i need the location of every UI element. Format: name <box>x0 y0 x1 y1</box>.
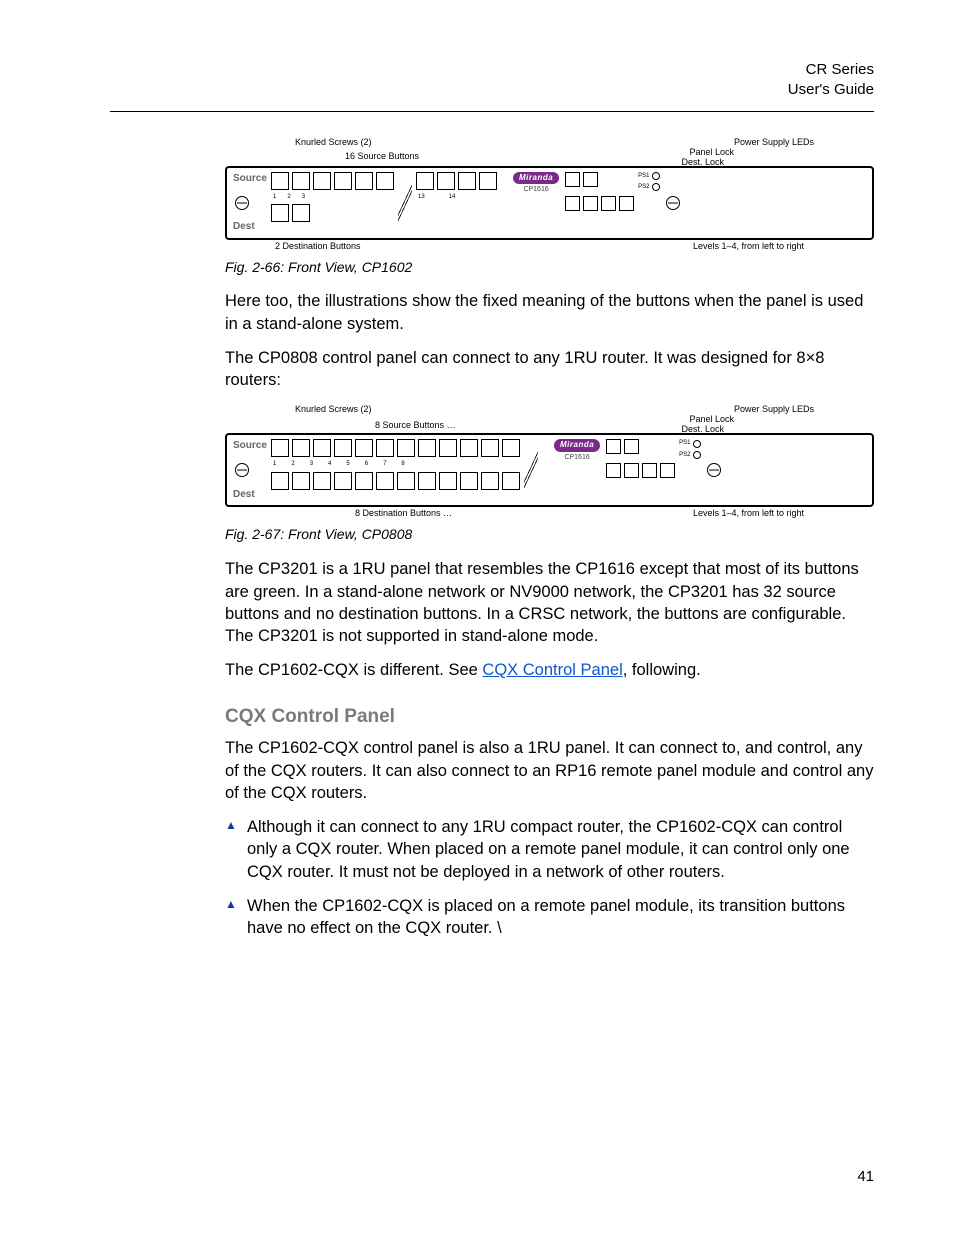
callout-levels: Levels 1–4, from left to right <box>693 240 804 252</box>
panel-diagram-cp1602: Source Dest 123 <box>225 166 874 240</box>
led-block: PS1 PS2 <box>679 439 700 501</box>
content-area: Knurled Screws (2) 16 Source Buttons Pow… <box>225 136 874 940</box>
brand-logo: Miranda <box>554 439 600 452</box>
screw-icon <box>235 196 249 210</box>
right-button-block <box>565 172 634 234</box>
callout-destbtns: 8 Destination Buttons … <box>355 507 452 519</box>
paragraph: The CP3201 is a 1RU panel that resembles… <box>225 558 874 647</box>
figure2-top-callouts: Knurled Screws (2) 8 Source Buttons … Po… <box>225 403 874 433</box>
callout-psleds: Power Supply LEDs <box>734 403 814 415</box>
callout-psleds: Power Supply LEDs <box>734 136 814 148</box>
callout-destbtns: 2 Destination Buttons <box>275 240 361 252</box>
model-number: CP1616 <box>564 453 589 462</box>
logo-block: Miranda CP1616 <box>511 172 561 234</box>
callout-srcbtns: 8 Source Buttons … <box>375 419 456 431</box>
paragraph: The CP1602-CQX is different. See CQX Con… <box>225 659 874 681</box>
running-header: CR Series User's Guide <box>110 60 874 101</box>
figure-cp0808: Knurled Screws (2) 8 Source Buttons … Po… <box>225 403 874 521</box>
figure2-caption: Fig. 2-67: Front View, CP0808 <box>225 525 874 544</box>
note-list: Although it can connect to any 1RU compa… <box>225 816 874 939</box>
brand-logo: Miranda <box>513 172 559 185</box>
label-source: Source <box>233 439 267 453</box>
left-button-block: 123 <box>271 172 394 234</box>
right-button-block <box>606 439 675 501</box>
model-number: CP1616 <box>523 185 548 194</box>
callout-srcbtns: 16 Source Buttons <box>345 150 419 162</box>
panel-break <box>524 439 538 501</box>
header-doc: User's Guide <box>110 80 874 100</box>
page-number: 41 <box>857 1168 874 1185</box>
text: The CP1602-CQX is different. See <box>225 661 482 679</box>
button-grid: 12345678 <box>271 439 520 501</box>
screw-icon <box>235 463 249 477</box>
callout-screws: Knurled Screws (2) <box>295 136 372 148</box>
panel-left-labels: Source Dest <box>233 172 267 234</box>
label-dest: Dest <box>233 220 267 234</box>
logo-block: Miranda CP1616 <box>552 439 602 501</box>
figure-cp1602: Knurled Screws (2) 16 Source Buttons Pow… <box>225 136 874 254</box>
figure1-top-callouts: Knurled Screws (2) 16 Source Buttons Pow… <box>225 136 874 166</box>
led-block: PS1 PS2 <box>638 172 659 234</box>
panel-left-labels: Source Dest <box>233 439 267 501</box>
paragraph: The CP1602-CQX control panel is also a 1… <box>225 737 874 804</box>
label-dest: Dest <box>233 488 267 502</box>
label-source: Source <box>233 172 267 186</box>
callout-screws: Knurled Screws (2) <box>295 403 372 415</box>
screw-icon <box>707 463 721 477</box>
header-rule <box>110 111 874 112</box>
mid-button-block: 1314 <box>416 172 497 234</box>
figure2-bottom-callouts: 8 Destination Buttons … Levels 1–4, from… <box>225 507 874 521</box>
list-item: Although it can connect to any 1RU compa… <box>225 816 874 883</box>
panel-diagram-cp0808: Source Dest 12345678 <box>225 433 874 507</box>
figure1-bottom-callouts: 2 Destination Buttons Levels 1–4, from l… <box>225 240 874 254</box>
heading-cqx-control-panel: CQX Control Panel <box>225 704 874 730</box>
paragraph: The CP0808 control panel can connect to … <box>225 347 874 392</box>
header-series: CR Series <box>110 60 874 80</box>
list-item: When the CP1602-CQX is placed on a remot… <box>225 895 874 940</box>
callout-levels: Levels 1–4, from left to right <box>693 507 804 519</box>
paragraph: Here too, the illustrations show the fix… <box>225 290 874 335</box>
panel-break <box>398 172 412 234</box>
link-cqx-control-panel[interactable]: CQX Control Panel <box>482 661 622 679</box>
screw-icon <box>666 196 680 210</box>
figure1-caption: Fig. 2-66: Front View, CP1602 <box>225 258 874 277</box>
text: , following. <box>623 661 701 679</box>
